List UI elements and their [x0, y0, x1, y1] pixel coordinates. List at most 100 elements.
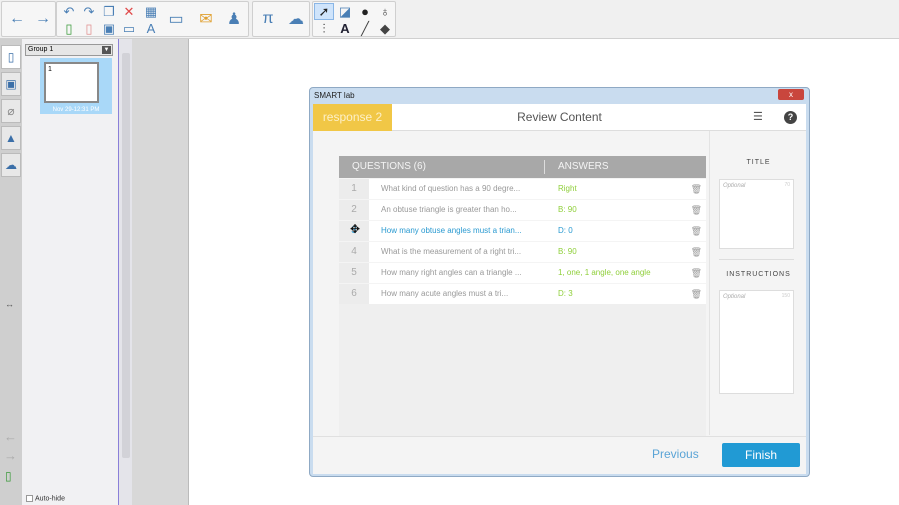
title-placeholder: Optional	[723, 183, 746, 189]
screen-capture-icon[interactable]: ▭	[163, 2, 189, 36]
divider	[719, 259, 794, 260]
fill-icon[interactable]: ●	[355, 3, 375, 20]
add-page-icon[interactable]: ▯	[5, 469, 12, 483]
table-empty-area	[339, 304, 706, 440]
nav-group: ← →	[1, 1, 56, 37]
group-select[interactable]: Group 1 ▼	[25, 44, 113, 56]
answer-text[interactable]: 1, one, 1 angle, one angle	[558, 263, 651, 283]
trash-icon[interactable]: 🗑	[691, 284, 702, 304]
table-row[interactable]: 5 How many right angles can a triangle ..…	[339, 263, 706, 283]
instructions-char-count: 150	[781, 293, 790, 299]
gallery-tab-icon[interactable]: ▣	[1, 72, 21, 96]
scrollbar-thumb[interactable]	[122, 53, 130, 458]
addons-group: π ☁	[252, 1, 310, 37]
undo-icon[interactable]: ↶	[59, 3, 79, 20]
smart-lab-dialog: SMART lab x Review Content response 2 ☰ …	[309, 87, 810, 477]
trash-icon[interactable]: 🗑	[691, 200, 702, 220]
questions-table: QUESTIONS (6) ANSWERS 1 What kind of ques…	[339, 156, 706, 440]
page-sorter-tab-icon[interactable]: ▯	[1, 45, 21, 69]
table-row[interactable]: 3 How many obtuse angles must a trian... D…	[339, 221, 706, 241]
question-text[interactable]: How many acute angles must a tri...	[381, 284, 508, 304]
answer-text[interactable]: B: 90	[558, 200, 577, 220]
select-icon[interactable]: ➚	[314, 3, 334, 20]
answer-text[interactable]: D: 0	[558, 221, 573, 241]
forward-arrow-icon[interactable]: →	[30, 2, 56, 36]
previous-button[interactable]: Previous	[652, 447, 699, 461]
handwriting-icon[interactable]: A	[141, 20, 161, 37]
instructions-label: INSTRUCTIONS	[726, 271, 791, 278]
answer-text[interactable]: D: 3	[558, 284, 573, 304]
row-number[interactable]: 4	[339, 242, 369, 262]
window-title: SMART lab	[314, 91, 355, 100]
trash-icon[interactable]: 🗑	[691, 221, 702, 241]
table-row[interactable]: 2 An obtuse triangle is greater than ho..…	[339, 200, 706, 220]
group-label: Group 1	[28, 46, 54, 53]
redo-icon[interactable]: ↷	[79, 3, 99, 20]
row-number[interactable]: 6	[339, 284, 369, 304]
page-thumbnail[interactable]: 1 Nov 29-12:31 PM	[40, 58, 112, 114]
screen-shade-icon[interactable]: ▭	[119, 20, 139, 37]
paste-icon[interactable]: ❐	[99, 3, 119, 20]
back-arrow-icon[interactable]: ←	[4, 2, 30, 36]
row-number[interactable]: 2	[339, 200, 369, 220]
table-header: QUESTIONS (6) ANSWERS	[339, 156, 706, 178]
question-text[interactable]: How many right angles can a triangle ...	[381, 263, 522, 283]
toolbar: ← → ↶ ↷ ❐ ✕ ▦ ▯ ▯ ▣ ▭ A ▭ ✉ ♟ π ☁ ➚ ◪ ● …	[0, 0, 899, 39]
back-arrow-icon[interactable]: ←	[4, 429, 17, 444]
lab-icon[interactable]: ♟	[221, 2, 247, 36]
delete-page-icon[interactable]: ▯	[79, 20, 99, 37]
save-icon[interactable]: ▣	[99, 20, 119, 37]
answer-text[interactable]: B: 90	[558, 242, 577, 262]
title-char-count: 70	[784, 182, 790, 188]
answer-text[interactable]: Right	[558, 179, 577, 199]
dialog-header: Review Content response 2 ☰ ?	[313, 104, 806, 131]
attachments-tab-icon[interactable]: ⌀	[1, 99, 21, 123]
finish-button[interactable]: Finish	[722, 443, 800, 467]
addons-tab-icon[interactable]: ☁	[1, 153, 21, 177]
answers-header: ANSWERS	[558, 161, 609, 172]
edit-group: ↶ ↷ ❐ ✕ ▦ ▯ ▯ ▣ ▭ A ▭ ✉ ♟	[56, 1, 249, 37]
properties-icon[interactable]: ⫶	[314, 20, 334, 37]
table-row[interactable]: 1 What kind of question has a 90 degre...…	[339, 179, 706, 199]
eraser-icon[interactable]: ◆	[375, 20, 395, 37]
row-number[interactable]: 1	[339, 179, 369, 199]
trash-icon[interactable]: 🗑	[691, 242, 702, 262]
menu-icon[interactable]: ☰	[753, 112, 765, 123]
questions-header: QUESTIONS (6)	[352, 161, 426, 172]
activity-icon[interactable]: ✉	[193, 2, 219, 36]
trash-icon[interactable]: 🗑	[691, 179, 702, 199]
page-sorter-panel: Group 1 ▼ 1 Nov 29-12:31 PM	[22, 39, 118, 505]
settings-panel: TITLE Optional 70 INSTRUCTIONS Optional 15…	[709, 131, 806, 435]
math-icon[interactable]: π	[255, 2, 281, 36]
close-button[interactable]: x	[778, 89, 804, 100]
chevron-down-icon: ▼	[102, 46, 111, 54]
table-row[interactable]: 6 How many acute angles must a tri... D: 3…	[339, 284, 706, 304]
autohide-checkbox[interactable]: Auto-hide	[26, 495, 65, 502]
panel-scrollbar[interactable]	[118, 39, 132, 505]
delete-icon[interactable]: ✕	[119, 3, 139, 20]
line-icon[interactable]: ╱	[355, 20, 375, 37]
text-icon[interactable]: A	[335, 20, 355, 37]
table-icon[interactable]: ▦	[141, 3, 161, 20]
question-text[interactable]: An obtuse triangle is greater than ho...	[381, 200, 517, 220]
shapes-icon[interactable]: ◪	[335, 3, 355, 20]
instructions-input[interactable]: Optional 150	[719, 290, 794, 394]
question-text[interactable]: What is the measurement of a right tri..…	[381, 242, 521, 262]
page-number: 1	[48, 66, 52, 73]
title-input[interactable]: Optional 70	[719, 179, 794, 249]
question-text[interactable]: What kind of question has a 90 degre...	[381, 179, 520, 199]
table-row[interactable]: 4 What is the measurement of a right tri.…	[339, 242, 706, 262]
properties-tab-icon[interactable]: ▲	[1, 126, 21, 150]
activity-type-badge: response 2	[313, 104, 392, 131]
instructions-placeholder: Optional	[723, 294, 746, 300]
forward-arrow-icon[interactable]: →	[4, 448, 17, 463]
add-page-icon[interactable]: ▯	[59, 20, 79, 37]
sidebar-tabs: ▯ ▣ ⌀ ▲ ☁ ↔ ← → ▯	[0, 39, 22, 505]
add-on-icon[interactable]: ☁	[283, 2, 309, 36]
question-text[interactable]: How many obtuse angles must a trian...	[381, 221, 522, 241]
help-icon[interactable]: ?	[784, 111, 797, 124]
trash-icon[interactable]: 🗑	[691, 263, 702, 283]
row-number[interactable]: 5	[339, 263, 369, 283]
resize-arrows-icon[interactable]: ↔	[5, 299, 14, 309]
pen-fill-icon[interactable]: ♁	[375, 3, 395, 20]
